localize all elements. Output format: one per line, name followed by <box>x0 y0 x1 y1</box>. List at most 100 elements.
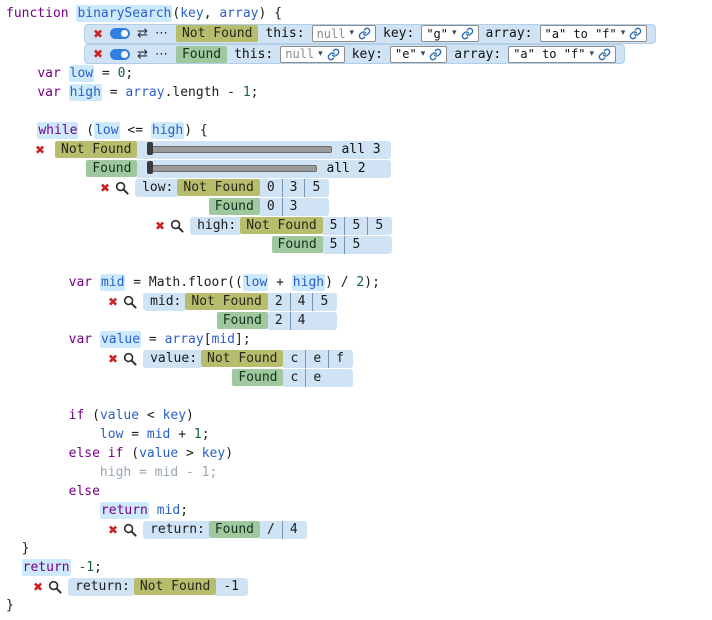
code-token: ; <box>180 503 188 518</box>
dropdown-array[interactable]: "a" to "f"▾ <box>508 46 616 63</box>
code-token: } <box>6 598 14 613</box>
close-icon[interactable]: ✖ <box>155 220 165 232</box>
code-token: var <box>37 85 60 100</box>
dropdown-key[interactable]: "g"▾ <box>421 25 478 42</box>
code-token: key <box>163 408 186 423</box>
probe-cell: 4 <box>290 312 313 330</box>
close-icon[interactable]: ✖ <box>108 524 118 536</box>
toggle-icon[interactable] <box>110 49 130 60</box>
code-token: ; <box>251 85 259 100</box>
code-token: ( <box>78 123 94 138</box>
probe-badge: Not Found <box>240 217 322 234</box>
code-token: = <box>123 427 146 442</box>
magnifier-icon[interactable] <box>123 295 137 309</box>
code-token: 1 <box>243 85 251 100</box>
code-line: function binarySearch(key, array) { <box>6 4 712 23</box>
badge-slot: Found <box>201 369 283 387</box>
link-icon[interactable] <box>429 48 442 61</box>
code-token: binarySearch <box>76 5 172 22</box>
probe-label: return: <box>143 521 209 539</box>
code-token <box>100 446 108 461</box>
magnifier-icon[interactable] <box>170 219 184 233</box>
iteration-slider[interactable] <box>147 165 317 172</box>
code-token: var <box>37 66 60 81</box>
example-badge[interactable]: Found <box>176 46 227 63</box>
probe-values: 035 <box>260 179 329 197</box>
slider-label: all 2 <box>326 161 365 176</box>
close-icon[interactable]: ✖ <box>33 581 43 593</box>
probe-cell: 5 <box>312 293 335 311</box>
close-icon[interactable]: ✖ <box>93 28 103 40</box>
probe-badge: Found <box>272 236 323 253</box>
slider-handle[interactable] <box>147 161 153 174</box>
code-token: if <box>108 446 124 461</box>
code-line: if (value < key) <box>6 406 712 425</box>
code-token: high <box>151 122 184 139</box>
link-icon[interactable] <box>358 27 371 40</box>
code-token: = <box>141 332 164 347</box>
probe: ✖mid:Not Found245Found24 <box>108 292 337 330</box>
swap-arrows-icon[interactable]: ⇄ <box>137 48 148 61</box>
code-token: var <box>69 332 92 347</box>
code-token <box>6 66 37 81</box>
code-token: ) { <box>258 6 281 21</box>
close-icon[interactable]: ✖ <box>108 296 118 308</box>
link-icon[interactable] <box>629 27 642 40</box>
slider-cell: all 2 <box>137 160 390 178</box>
probe-values: 03 <box>260 198 329 216</box>
code-editor[interactable]: function binarySearch(key, array) { ✖ ⇄ ⋯ No… <box>0 0 712 620</box>
probe-cell: f <box>328 350 351 368</box>
code-token: if <box>69 408 85 423</box>
code-token <box>6 85 37 100</box>
dropdown-this[interactable]: null▾ <box>280 46 344 63</box>
code-token <box>149 503 157 518</box>
slider-controls <box>35 159 55 178</box>
probe-cell: 5 <box>323 217 345 235</box>
magnifier-icon[interactable] <box>123 523 137 537</box>
probe-badge: Found <box>232 369 283 386</box>
badge-slot: Not Found <box>185 293 267 311</box>
code-token: value <box>100 408 139 423</box>
probe: ✖low:Not Found035Found03 <box>100 178 329 216</box>
dropdown-key[interactable]: "e"▾ <box>390 46 447 63</box>
dropdown-this[interactable]: null▾ <box>312 25 376 42</box>
close-icon[interactable]: ✖ <box>93 48 103 60</box>
chevron-down-icon: ▾ <box>589 50 594 59</box>
magnifier-icon[interactable] <box>115 181 129 195</box>
menu-dots-icon[interactable]: ⋯ <box>155 27 169 40</box>
menu-dots-icon[interactable]: ⋯ <box>155 48 169 61</box>
example-badge[interactable]: Not Found <box>176 25 258 42</box>
probe-cell: 5 <box>367 217 390 235</box>
field-label-array: array: <box>486 26 533 41</box>
slider-handle[interactable] <box>147 142 153 155</box>
probe-cell: 5 <box>344 217 367 235</box>
link-icon[interactable] <box>327 48 340 61</box>
close-icon[interactable]: ✖ <box>35 144 45 156</box>
probe: ✖return:Not Found-1 <box>33 577 248 596</box>
swap-arrows-icon[interactable]: ⇄ <box>137 27 148 40</box>
code-token: ( <box>84 408 100 423</box>
probe-cell: 2 <box>268 293 290 311</box>
code-token <box>6 408 69 423</box>
magnifier-icon[interactable] <box>48 580 62 594</box>
close-icon[interactable]: ✖ <box>108 353 118 365</box>
probe-cell: / <box>260 521 282 539</box>
code-token: high <box>69 84 102 101</box>
probe-cell: e <box>305 369 328 387</box>
link-icon[interactable] <box>598 48 611 61</box>
iteration-slider[interactable] <box>147 146 332 153</box>
probe: ✖return:Found/4 <box>108 520 307 539</box>
code-token <box>6 560 22 575</box>
toggle-icon[interactable] <box>110 28 130 39</box>
link-icon[interactable] <box>461 27 474 40</box>
code-token: ; <box>94 560 102 575</box>
code-token: -1 <box>78 560 94 575</box>
dropdown-array[interactable]: "a" to "f"▾ <box>540 25 648 42</box>
magnifier-icon[interactable] <box>123 352 137 366</box>
probe-label <box>135 198 177 216</box>
probe-badge: Not Found <box>185 293 267 310</box>
field-label-this: this: <box>234 47 273 62</box>
close-icon[interactable]: ✖ <box>100 182 110 194</box>
probe-label: high: <box>190 217 240 235</box>
field-label-this: this: <box>265 26 304 41</box>
